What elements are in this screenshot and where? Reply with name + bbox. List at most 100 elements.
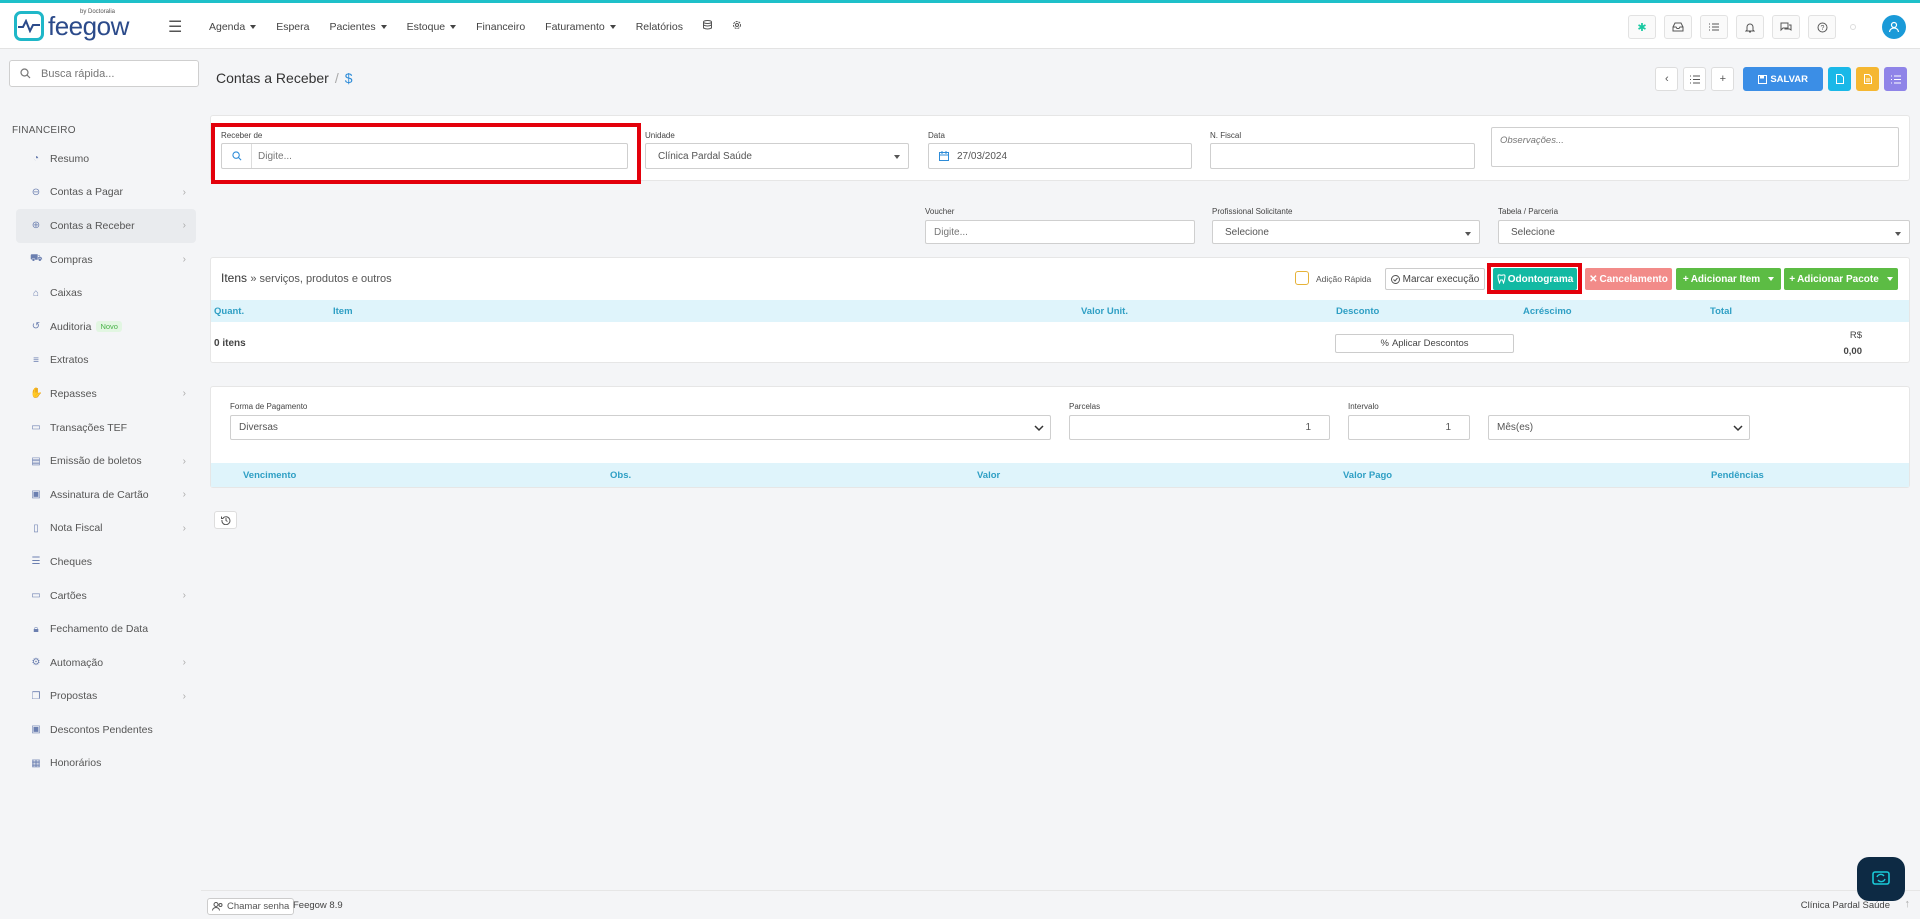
new-badge: Novo <box>96 321 122 333</box>
settings-icon[interactable] <box>732 20 742 33</box>
database-icon[interactable] <box>702 20 712 33</box>
chat-widget-button[interactable] <box>1857 857 1905 901</box>
adicionar-item-button[interactable]: + Adicionar Item <box>1676 268 1781 290</box>
scroll-top-icon[interactable]: ↑ <box>1905 898 1911 910</box>
nav-item-relat-rios[interactable]: Relatórios <box>636 20 683 33</box>
sidebar-item-label: Contas a Pagar <box>50 186 123 199</box>
highlight-odontograma <box>1487 263 1582 294</box>
footer: Chamar senha Feegow 8.9 Clínica Pardal S… <box>201 890 1920 919</box>
history-button[interactable] <box>214 511 237 529</box>
nav-item-financeiro[interactable]: Financeiro <box>476 20 525 33</box>
caret-down-icon <box>450 24 457 29</box>
quick-search-input[interactable] <box>41 67 181 80</box>
sidebar-item-label: Descontos Pendentes <box>50 723 153 736</box>
nav-item-espera[interactable]: Espera <box>276 20 309 33</box>
menu-toggle-icon[interactable]: ☰ <box>168 17 182 37</box>
sidebar-item-descontos-pendentes[interactable]: ▣ Descontos Pendentes <box>16 713 196 747</box>
page-title: Contas a Receber / $ <box>216 70 353 86</box>
observacoes-textarea[interactable]: Observações... <box>1491 127 1899 167</box>
adicionar-item-caret-icon <box>1768 277 1775 281</box>
sidebar-item-repasses[interactable]: ✋ Repasses › <box>16 377 196 411</box>
sidebar-item-label: Auditoria <box>50 320 92 333</box>
forma-pagamento-select[interactable]: Diversas <box>230 415 1051 440</box>
help-icon[interactable]: ? <box>1808 15 1836 39</box>
sidebar-item-nota-fiscal[interactable]: ▯ Nota Fiscal › <box>16 512 196 546</box>
nav-item-pacientes[interactable]: Pacientes <box>329 20 387 33</box>
quick-search[interactable] <box>9 60 199 87</box>
profissional-caret-icon <box>1465 232 1471 236</box>
tabela-select[interactable]: Selecione <box>1498 220 1910 244</box>
sidebar-item-compras[interactable]: ⛟ Compras › <box>16 243 196 277</box>
aplicar-descontos-label: Aplicar Descontos <box>1391 338 1469 349</box>
unidade-caret-icon <box>894 155 900 159</box>
quick-add-checkbox[interactable] <box>1295 271 1309 285</box>
cancelamento-button[interactable]: ✕ Cancelamento <box>1585 268 1672 290</box>
tasks-icon[interactable] <box>1700 15 1728 39</box>
quick-add-label: Adição Rápida <box>1316 274 1372 284</box>
nav-item-estoque[interactable]: Estoque <box>407 20 457 33</box>
sidebar-item-honorarios[interactable]: ▦ Honorários <box>16 747 196 781</box>
payment-table-header: Vencimento Obs. Valor Valor Pago Pendênc… <box>211 463 1909 487</box>
sidebar-item-automacao[interactable]: ⚙ Automação › <box>16 646 196 680</box>
options-button[interactable] <box>1884 67 1907 91</box>
nfiscal-input[interactable] <box>1210 143 1475 169</box>
period-select[interactable]: Mês(es) <box>1488 415 1750 440</box>
aplicar-descontos-button[interactable]: % Aplicar Descontos <box>1335 334 1514 353</box>
sidebar-item-label: Propostas <box>50 690 98 703</box>
nav-item-agenda[interactable]: Agenda <box>209 20 257 33</box>
sidebar-item-fechamento-de-data[interactable]: 🔒︎ Fechamento de Data <box>16 612 196 646</box>
sidebar-item-cartoes[interactable]: ▭ Cartões › <box>16 579 196 613</box>
intervalo-input[interactable]: 1 <box>1348 415 1470 440</box>
back-button[interactable]: ‹ <box>1655 67 1679 91</box>
top-header: feegow by Doctoralia ☰ Agenda Espera Pacie… <box>0 3 1920 49</box>
document-button[interactable] <box>1828 67 1851 91</box>
bell-icon[interactable] <box>1736 15 1764 39</box>
sidebar-item-resumo[interactable]: ◔ Resumo <box>16 142 196 176</box>
inbox-icon[interactable] <box>1664 15 1692 39</box>
chat-icon[interactable] <box>1772 15 1800 39</box>
marcar-execucao-button[interactable]: Marcar execução <box>1385 268 1485 290</box>
nfiscal-label: N. Fiscal <box>1210 131 1242 140</box>
adicionar-pacote-button[interactable]: + Adicionar Pacote <box>1784 268 1898 290</box>
sidebar-item-label: Compras <box>50 253 93 266</box>
money-icon: ▣ <box>31 724 41 736</box>
cancelamento-label: Cancelamento <box>1599 273 1668 285</box>
sidebar-item-label: Cheques <box>50 555 93 568</box>
profissional-select[interactable]: Selecione <box>1212 220 1480 244</box>
svg-text:?: ? <box>1820 25 1824 32</box>
star-icon[interactable]: ✱ <box>1628 15 1656 39</box>
sidebar-item-propostas[interactable]: ❐ Propostas › <box>16 680 196 714</box>
list-icon: ≡ <box>33 354 39 366</box>
voucher-input[interactable]: Digite... <box>925 220 1195 244</box>
sidebar-item-transacoes-tef[interactable]: ▭ Transações TEF <box>16 411 196 445</box>
data-input-group[interactable]: 27/03/2024 <box>928 143 1192 169</box>
new-button[interactable]: + <box>1711 67 1735 91</box>
parcelas-input[interactable]: 1 <box>1069 415 1330 440</box>
col-total: Total <box>1710 306 1732 317</box>
sidebar-item-cheques[interactable]: ☰ Cheques <box>16 545 196 579</box>
box-icon: ⌂ <box>32 287 40 299</box>
sidebar-item-label: Transações TEF <box>50 421 128 434</box>
sidebar-item-auditoria[interactable]: ↺ Auditoria Novo <box>16 310 196 344</box>
file-text-button[interactable] <box>1856 67 1879 91</box>
nav-item-faturamento[interactable]: Faturamento <box>545 20 616 33</box>
parcelas-label: Parcelas <box>1069 402 1101 411</box>
col-vencimento: Vencimento <box>243 470 297 481</box>
unidade-select[interactable]: Clínica Pardal Saúde <box>645 143 909 169</box>
sidebar-item-label: Repasses <box>50 387 97 400</box>
file-text-icon <box>1863 74 1872 84</box>
sidebar-item-label: Resumo <box>50 152 90 165</box>
sidebar-item-contas-a-pagar[interactable]: ⊖ Contas a Pagar › <box>16 176 196 210</box>
save-button[interactable]: SALVAR <box>1743 67 1823 91</box>
chamar-senha-button[interactable]: Chamar senha <box>207 898 295 915</box>
items-title-sub: » serviços, produtos e outros <box>250 273 392 285</box>
search-icon <box>20 68 31 79</box>
user-avatar-icon[interactable] <box>1882 15 1906 39</box>
logo[interactable]: feegow by Doctoralia <box>14 9 129 41</box>
list-button[interactable] <box>1683 67 1707 91</box>
sidebar-item-caixas[interactable]: ⌂ Caixas <box>16 276 196 310</box>
sidebar-item-extratos[interactable]: ≡ Extratos <box>16 344 196 378</box>
sidebar-item-contas-a-receber[interactable]: ⊕ Contas a Receber › <box>16 209 196 243</box>
sidebar-item-assinatura-de-cartao[interactable]: ▣ Assinatura de Cartão › <box>16 478 196 512</box>
sidebar-item-emissao-de-boletos[interactable]: ▤ Emissão de boletos › <box>16 444 196 478</box>
